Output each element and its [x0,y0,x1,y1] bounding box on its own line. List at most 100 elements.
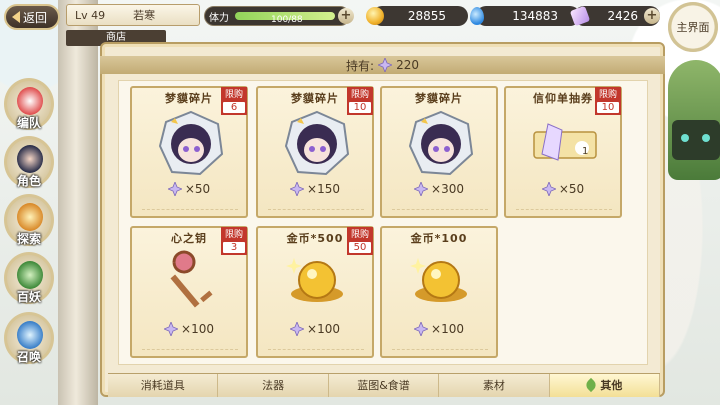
add-stamina-button[interactable]: + [338,8,354,24]
tab-label: 消耗道具 [140,379,185,392]
shop-item-card[interactable]: 金币*500 限购 50 ×100 [256,226,374,358]
holding-header: 持有: 220 [100,56,665,74]
character-shard-icon [156,110,226,176]
star-currency-icon [414,322,429,336]
stamina-label: 体力 [209,13,229,24]
limit-badge: 限购 10 [347,87,373,115]
card-footer-divider [268,209,364,212]
tab-materials[interactable]: 素材 [439,374,550,397]
gem-counter: 134883 [476,6,580,26]
price: ×100 [258,322,372,336]
tab-consumables[interactable]: 消耗道具 [108,374,219,397]
tab-other[interactable]: 其他 [549,374,661,397]
price: ×300 [382,182,496,196]
price-value: ×50 [184,182,211,196]
star-currency-icon [164,322,179,336]
limit-count: 10 [597,102,619,113]
limit-count: 3 [223,242,245,253]
gold-coin-icon [406,250,476,316]
gem-drop-icon [470,7,484,25]
shop-item-card[interactable]: 梦貘碎片 ×300 [380,86,498,218]
price-value: ×150 [307,182,340,196]
card-footer-divider [392,349,488,352]
limit-badge: 限购 6 [221,87,247,115]
star-currency-icon [414,182,429,196]
gold-value: 28855 [407,9,446,23]
limit-label: 限购 [350,90,369,100]
price-value: ×100 [431,322,464,336]
limit-badge: 限购 10 [595,87,621,115]
key-icon [156,250,226,316]
holding-amount: 220 [396,58,419,72]
price-value: ×100 [307,322,340,336]
bestiary-icon [17,261,43,289]
summon-icon [17,321,43,349]
shop-item-card[interactable]: 梦貘碎片 限购 10 ×150 [256,86,374,218]
character-icon [17,145,43,173]
gold-coin-icon [282,250,352,316]
back-button[interactable]: 返回 [4,4,60,30]
tab-label: 其他 [600,379,623,392]
ticket-value: 2426 [607,9,638,23]
team-icon [17,87,43,115]
limit-label: 限购 [350,230,369,240]
card-footer-divider [516,209,612,212]
nav-label: 百妖 [16,290,41,304]
limit-count: 50 [349,242,371,253]
gem-value: 134883 [512,9,558,23]
back-label: 返回 [23,10,48,25]
add-ticket-button[interactable]: + [644,8,660,24]
ticket-icon [530,110,600,176]
price: ×50 [132,182,246,196]
background-pillar [58,0,98,405]
item-title: 梦貘碎片 [415,92,463,105]
explore-icon [17,203,43,231]
nav-label: 角色 [16,174,41,188]
price-value: ×100 [181,322,214,336]
nav-character[interactable]: 角色 [4,136,54,188]
limit-count: 6 [223,102,245,113]
holding-label: 持有: [346,58,375,73]
limit-badge: 限购 3 [221,227,247,255]
tab-label: 法器 [262,379,285,392]
limit-label: 限购 [224,90,243,100]
nav-team[interactable]: 编队 [4,78,54,130]
limit-label: 限购 [598,90,617,100]
shop-item-card[interactable]: 梦貘碎片 限购 6 ×50 [130,86,248,218]
character-shard-icon [282,110,352,176]
shop-item-card[interactable]: 金币*100 ×100 [380,226,498,358]
character-shard-icon [406,110,476,176]
nav-summon[interactable]: 召唤 [4,312,54,364]
stamina-value: 100/88 [271,15,303,25]
nav-label: 探索 [16,232,41,246]
price: ×100 [382,322,496,336]
player-level: Lv 49 [75,8,106,22]
card-footer-divider [392,209,488,212]
star-currency-icon [541,182,556,196]
card-footer-divider [142,349,238,352]
shop-item-card[interactable]: 信仰单抽券 限购 10 1 ×50 [504,86,622,218]
limit-count: 10 [349,102,371,113]
mascot-eye [681,134,689,142]
player-info: Lv 49 若寒 [66,4,200,26]
limit-label: 限购 [224,230,243,240]
stamina-bar: 体力 100/88 [204,6,350,26]
home-button[interactable]: 主界面 [668,2,718,52]
tab-blueprints[interactable]: 蓝图&食谱 [329,374,440,397]
gold-coin-icon [366,7,384,25]
shop-item-card[interactable]: 心之钥 限购 3 ×100 [130,226,248,358]
nav-bestiary[interactable]: 百妖 [4,252,54,304]
nav-label: 召唤 [16,350,41,364]
tab-artifacts[interactable]: 法器 [218,374,329,397]
nav-explore[interactable]: 探索 [4,194,54,246]
card-footer-divider [142,209,238,212]
star-currency-icon [378,58,393,72]
home-label: 主界面 [676,21,710,34]
mascot-face [672,120,720,160]
card-footer-divider [268,349,364,352]
tab-label: 素材 [482,379,505,392]
price: ×100 [132,322,246,336]
nav-label: 编队 [16,116,41,130]
gold-counter: 28855 [372,6,468,26]
item-count: 1 [582,146,589,157]
